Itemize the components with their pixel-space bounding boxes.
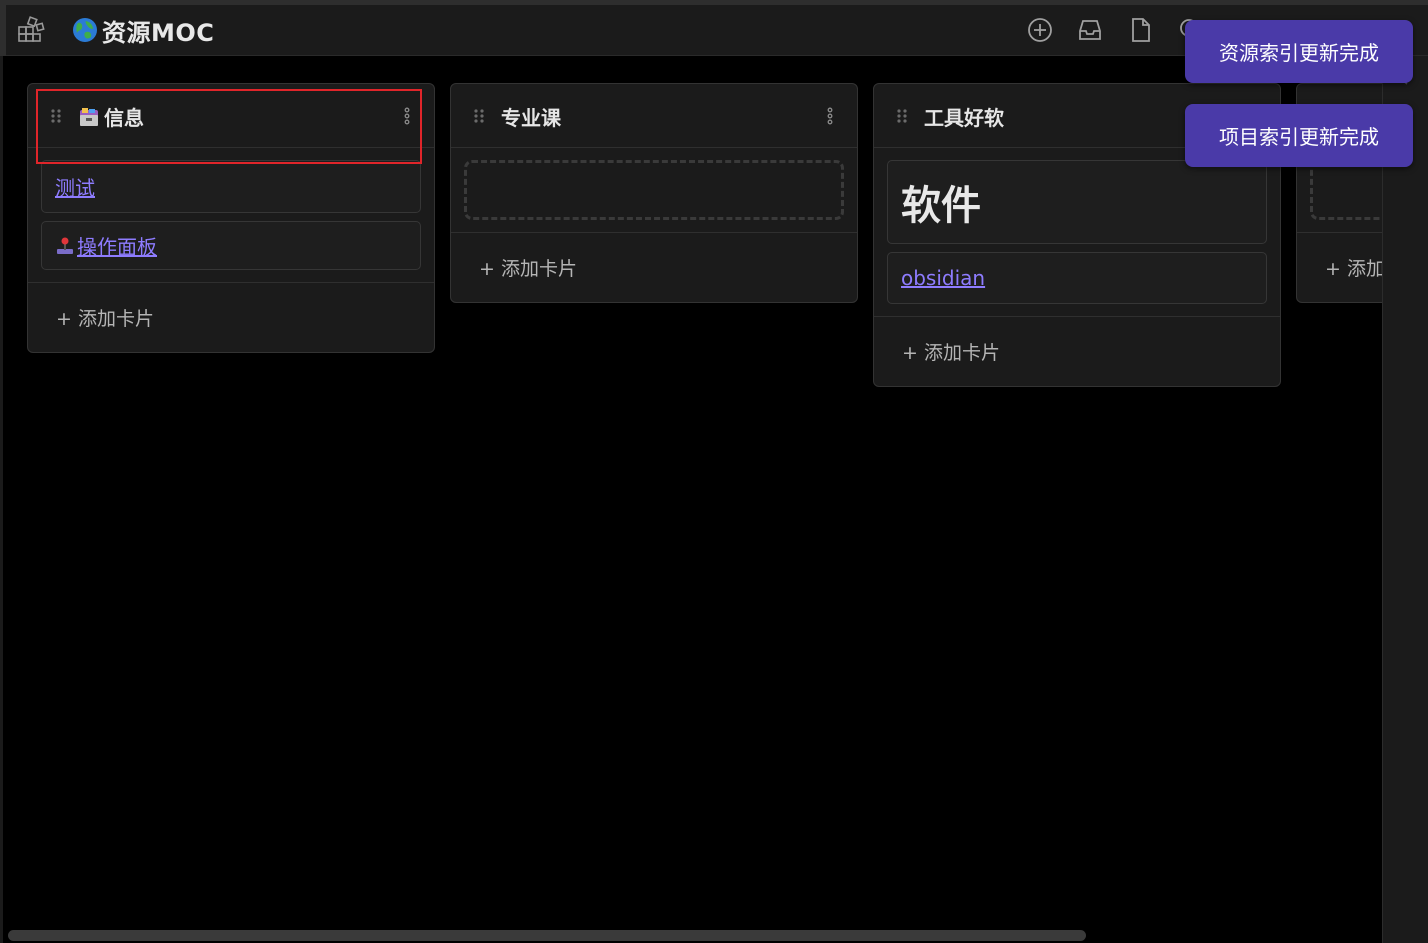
lane-title[interactable]: 工具好软 bbox=[924, 102, 1004, 131]
lane-title-text: 专业课 bbox=[501, 106, 561, 130]
card-link[interactable]: 操作面板 bbox=[77, 231, 157, 260]
lane-title[interactable]: 信息 bbox=[78, 102, 144, 131]
drag-handle-icon[interactable] bbox=[50, 108, 62, 124]
lane-cards bbox=[451, 148, 857, 232]
window-top-edge bbox=[0, 0, 1428, 5]
joystick-icon bbox=[57, 237, 73, 254]
add-card-button[interactable]: + 添加卡片 bbox=[902, 338, 1000, 365]
lane-footer: + 添加卡片 bbox=[451, 232, 857, 302]
lane-header: 信息 bbox=[28, 84, 434, 148]
lane-cards: 软件 obsidian bbox=[874, 148, 1280, 316]
archive-icon[interactable] bbox=[1077, 17, 1103, 43]
toast-text: 资源索引更新完成 bbox=[1219, 41, 1379, 65]
add-card-button[interactable]: + 添加 bbox=[1325, 254, 1382, 281]
empty-drop-zone[interactable] bbox=[464, 160, 844, 220]
lane-title-text: 信息 bbox=[104, 106, 144, 130]
lane-title-text: 工具好软 bbox=[924, 106, 1004, 130]
lane-cards: 测试 操作面板 bbox=[28, 148, 434, 282]
toast-project-index[interactable]: 项目索引更新完成 bbox=[1185, 104, 1413, 167]
note-title: 资源MOC bbox=[72, 14, 215, 47]
page-title: 资源MOC bbox=[102, 18, 215, 47]
card-link[interactable]: 测试 bbox=[55, 172, 95, 201]
globe-icon bbox=[73, 18, 97, 42]
empty-drop-zone[interactable] bbox=[1310, 160, 1382, 220]
card-obsidian[interactable]: obsidian bbox=[887, 252, 1267, 304]
add-circle-icon[interactable] bbox=[1027, 17, 1053, 43]
card-index-dividers-icon bbox=[80, 107, 98, 126]
lane-footer: + 添加卡片 bbox=[874, 316, 1280, 386]
right-sidebar-strip bbox=[1382, 56, 1428, 943]
card-test[interactable]: 测试 bbox=[41, 160, 421, 213]
lane-info: 信息 测试 操作面板 + 添加卡片 bbox=[27, 83, 435, 353]
toast-text: 项目索引更新完成 bbox=[1219, 125, 1379, 149]
app-window: 资源MOC 信息 测试 操作面板 + 添加卡片 专业课 + 添加卡片 工具好软 … bbox=[0, 0, 1428, 943]
drag-handle-icon[interactable] bbox=[896, 108, 908, 124]
lane-menu-icon[interactable] bbox=[400, 106, 414, 126]
drag-handle-icon[interactable] bbox=[473, 108, 485, 124]
card-link[interactable]: obsidian bbox=[901, 266, 985, 290]
lane-footer: + 添加 bbox=[1297, 232, 1382, 302]
kanban-grid-icon[interactable] bbox=[16, 15, 46, 45]
lane-header: 专业课 bbox=[451, 84, 857, 148]
file-icon[interactable] bbox=[1128, 17, 1154, 43]
card-dashboard[interactable]: 操作面板 bbox=[41, 221, 421, 270]
kanban-board: 信息 测试 操作面板 + 添加卡片 专业课 + 添加卡片 工具好软 软件 obs… bbox=[0, 56, 1382, 943]
add-card-button[interactable]: + 添加卡片 bbox=[479, 254, 577, 281]
horizontal-scrollbar[interactable] bbox=[8, 930, 1086, 941]
card-heading: 软件 bbox=[901, 183, 981, 229]
add-card-button[interactable]: + 添加卡片 bbox=[56, 304, 154, 331]
lane-footer: + 添加卡片 bbox=[28, 282, 434, 352]
lane-menu-icon[interactable] bbox=[823, 106, 837, 126]
lane-major-courses: 专业课 + 添加卡片 bbox=[450, 83, 858, 303]
lane-title[interactable]: 专业课 bbox=[501, 102, 561, 131]
card-software-heading[interactable]: 软件 bbox=[887, 160, 1267, 244]
toast-resource-index[interactable]: 资源索引更新完成 bbox=[1185, 20, 1413, 83]
window-left-edge bbox=[0, 0, 6, 56]
